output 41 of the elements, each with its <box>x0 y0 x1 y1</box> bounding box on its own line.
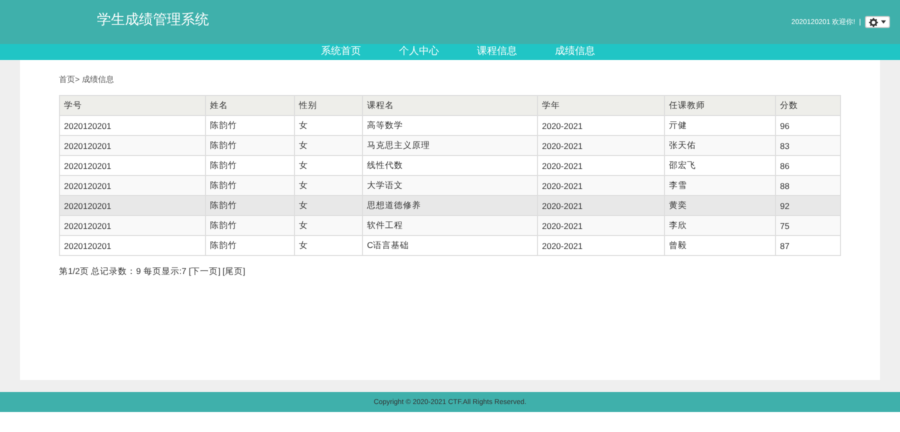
pagination-link[interactable]: [尾页] <box>222 266 246 276</box>
pagination-summary: 第1/2页 总记录数：9 每页显示:7 <box>59 266 188 276</box>
settings-dropdown-button[interactable] <box>865 16 890 28</box>
table-row[interactable]: 2020120201 陈韵竹 女 大学语文 2020-2021 李雪 88 <box>60 176 840 196</box>
column-header: 学年 <box>538 96 664 116</box>
table-cell: 张天佑 <box>664 136 776 156</box>
table-cell: 2020120201 <box>60 136 206 156</box>
table-cell: 女 <box>294 136 362 156</box>
table-row[interactable]: 2020120201 陈韵竹 女 马克思主义原理 2020-2021 张天佑 83 <box>60 136 840 156</box>
column-header: 课程名 <box>362 96 538 116</box>
table-cell: 陈韵竹 <box>206 136 294 156</box>
table-cell: 女 <box>294 216 362 236</box>
table-row[interactable]: 2020120201 陈韵竹 女 思想道德修养 2020-2021 黄奕 92 <box>60 196 840 216</box>
column-header: 任课教师 <box>664 96 776 116</box>
settings-icon <box>869 18 878 26</box>
table-cell: 2020-2021 <box>538 136 664 156</box>
breadcrumb: 首页> 成绩信息 <box>59 74 115 85</box>
site-title: 学生成绩管理系统 <box>97 11 209 29</box>
column-header: 姓名 <box>206 96 294 116</box>
table-cell: 2020-2021 <box>538 216 664 236</box>
table-cell: 83 <box>776 136 840 156</box>
table-cell: 2020120201 <box>60 216 206 236</box>
table-cell: 马克思主义原理 <box>362 136 538 156</box>
table-cell: 女 <box>294 236 362 256</box>
table-cell: 李欣 <box>664 216 776 236</box>
table-cell: C语言基础 <box>362 236 538 256</box>
table-cell: 75 <box>776 216 840 236</box>
table-cell: 软件工程 <box>362 216 538 236</box>
table-cell: 曾毅 <box>664 236 776 256</box>
caret-icon <box>881 20 886 24</box>
column-header: 性别 <box>294 96 362 116</box>
table-cell: 87 <box>776 236 840 256</box>
table-cell: 陈韵竹 <box>206 236 294 256</box>
table-cell: 2020120201 <box>60 236 206 256</box>
column-header: 学号 <box>60 96 206 116</box>
table-row[interactable]: 2020120201 陈韵竹 女 C语言基础 2020-2021 曾毅 87 <box>60 236 840 256</box>
table-row[interactable]: 2020120201 陈韵竹 女 软件工程 2020-2021 李欣 75 <box>60 216 840 236</box>
column-header: 分数 <box>776 96 840 116</box>
pagination-link[interactable]: [下一页] <box>188 266 220 276</box>
table-cell: 2020-2021 <box>538 236 664 256</box>
table-cell: 陈韵竹 <box>206 216 294 236</box>
